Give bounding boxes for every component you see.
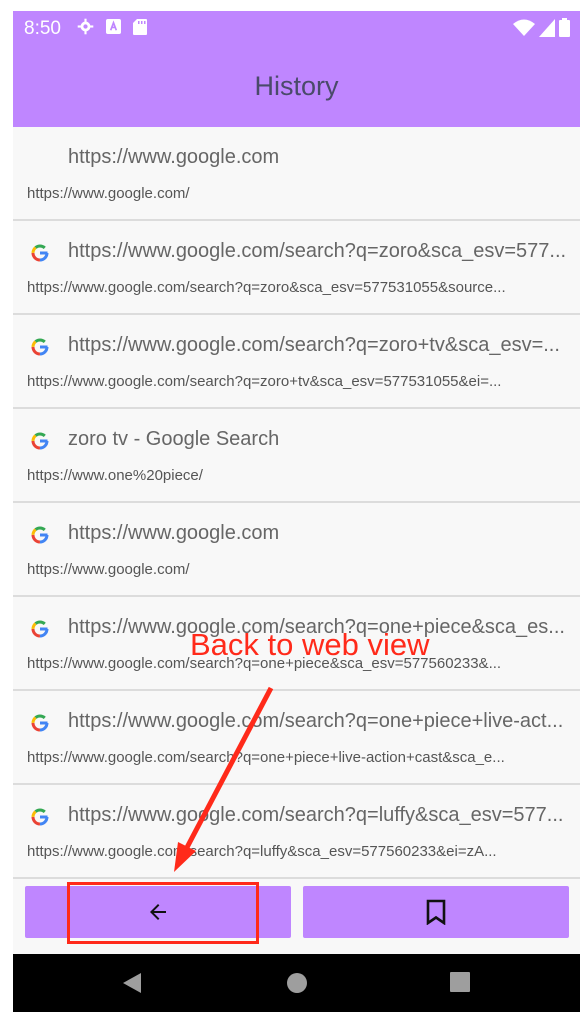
history-item-title: https://www.google.com bbox=[68, 522, 280, 544]
history-item-title: https://www.google.com/search?q=luffy&sc… bbox=[68, 804, 564, 826]
history-item-title: https://www.google.com bbox=[68, 146, 280, 168]
history-item-url: https://www.one%20piece/ bbox=[27, 467, 203, 484]
history-item-url: https://www.google.com/search?q=luffy&sc… bbox=[27, 843, 497, 860]
history-item-url: https://www.google.com/search?q=zoro&sca… bbox=[27, 279, 506, 296]
annotation-highlight-box bbox=[67, 882, 259, 944]
nav-home-icon[interactable] bbox=[286, 972, 308, 994]
history-item[interactable]: https://www.google.com/search?q=zoro&sca… bbox=[13, 221, 580, 315]
history-item-title: zoro tv - Google Search bbox=[68, 428, 280, 450]
google-icon bbox=[31, 338, 49, 356]
nav-back-icon[interactable] bbox=[121, 972, 143, 994]
history-item[interactable]: https://www.google.com https://www.googl… bbox=[13, 503, 580, 597]
status-left-icons bbox=[77, 18, 147, 35]
history-item[interactable]: https://www.google.com/search?q=luffy&sc… bbox=[13, 785, 580, 879]
google-icon bbox=[31, 714, 49, 732]
history-list[interactable]: https://www.google.com https://www.googl… bbox=[13, 127, 580, 881]
history-item-url: https://www.google.com/ bbox=[27, 185, 190, 202]
sd-card-icon bbox=[133, 18, 147, 35]
history-item-title: https://www.google.com/search?q=zoro&sca… bbox=[68, 240, 567, 262]
page-title: History bbox=[254, 71, 339, 101]
history-item[interactable]: zoro tv - Google Search https://www.one%… bbox=[13, 409, 580, 503]
history-item[interactable]: https://www.google.com/search?q=zoro+tv&… bbox=[13, 315, 580, 409]
battery-icon bbox=[559, 18, 570, 37]
history-item[interactable]: https://www.google.com https://www.googl… bbox=[13, 127, 580, 221]
google-icon bbox=[31, 526, 49, 544]
bookmark-icon bbox=[426, 899, 446, 925]
history-item-title: https://www.google.com/search?q=zoro+tv&… bbox=[68, 334, 560, 356]
status-bar: 8:50 bbox=[13, 11, 580, 45]
signal-icon bbox=[539, 18, 555, 37]
google-icon bbox=[31, 244, 49, 262]
system-nav-bar bbox=[13, 954, 580, 1012]
a-icon bbox=[106, 19, 121, 34]
nav-recents-icon[interactable] bbox=[450, 972, 470, 992]
history-item-title: https://www.google.com/search?q=one+piec… bbox=[68, 710, 564, 732]
history-item-url: https://www.google.com/ bbox=[27, 561, 190, 578]
wifi-icon bbox=[513, 19, 535, 36]
history-item-url: https://www.google.com/search?q=one+piec… bbox=[27, 749, 505, 766]
phone-screen: 8:50 History https://www.google.com http… bbox=[13, 11, 580, 1012]
history-item[interactable]: https://www.google.com/search?q=one+piec… bbox=[13, 691, 580, 785]
settings-icon bbox=[77, 18, 94, 35]
history-item-url: https://www.google.com/search?q=zoro+tv&… bbox=[27, 373, 502, 390]
google-icon bbox=[31, 432, 49, 450]
google-icon bbox=[31, 808, 49, 826]
bookmark-button[interactable] bbox=[303, 886, 569, 938]
status-time: 8:50 bbox=[24, 18, 61, 39]
status-right-icons bbox=[513, 18, 570, 37]
google-icon bbox=[31, 620, 49, 638]
app-bar: History bbox=[13, 45, 580, 127]
annotation-label: Back to web view bbox=[190, 627, 430, 662]
